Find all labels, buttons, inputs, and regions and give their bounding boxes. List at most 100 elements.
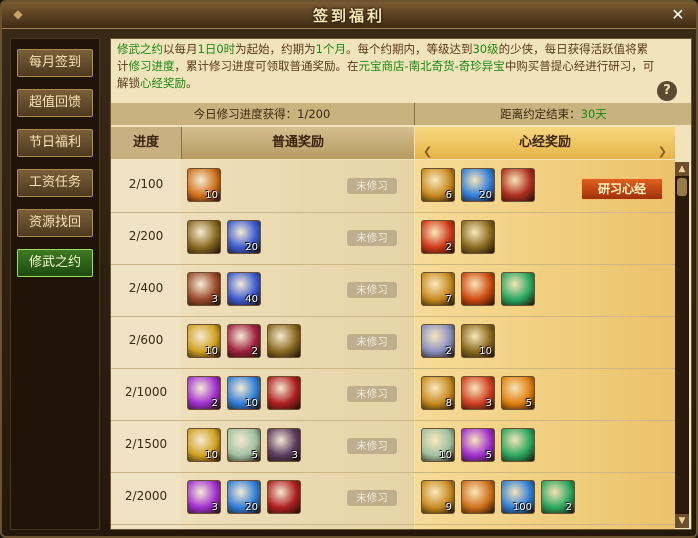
description-text: 修武之约以每月1日0时为起始，约期为1个月。每个约期内，等级达到30级的少侠，每… (117, 42, 655, 90)
item-count: 9 (445, 502, 452, 513)
red-orb-icon[interactable]: 2 (421, 220, 455, 254)
gold-coin-icon[interactable]: 6 (421, 168, 455, 202)
table-row: 2/2000 3 20 9 100 2 未修习 (111, 472, 675, 525)
sign-in-welfare-window: ◆ 签到福利 ✕ 每月签到超值回馈节日福利工资任务资源找回修武之约 修武之约以每… (0, 0, 698, 538)
purple-gem-icon[interactable]: 2 (187, 376, 221, 410)
item-count: 20 (245, 502, 258, 513)
item-count: 10 (479, 346, 492, 357)
fire-sword-icon[interactable] (461, 272, 495, 306)
gold-token-icon[interactable] (187, 220, 221, 254)
scrollbar[interactable]: ▲ ▼ (675, 162, 689, 528)
window-title: 签到福利 (312, 7, 385, 25)
item-count: 40 (245, 294, 258, 305)
unstudied-stamp: 未修习 (347, 490, 397, 506)
sidebar: 每月签到超值回馈节日福利工资任务资源找回修武之约 (10, 38, 100, 530)
blue-orb-icon[interactable]: 40 (227, 272, 261, 306)
blue-crystal-icon[interactable]: 20 (227, 480, 261, 514)
item-count: 2 (251, 346, 258, 357)
row-progress-label: 2/200 (128, 229, 164, 243)
gold-coin-icon[interactable]: 9 (421, 480, 455, 514)
table-row: 2/100 10 6 20 未修习 研习心经 (111, 160, 675, 213)
unstudied-stamp: 未修习 (347, 230, 397, 246)
jade-item-icon[interactable] (501, 272, 535, 306)
scroll-down-button[interactable]: ▼ (675, 514, 689, 528)
gold-token-icon[interactable]: 10 (461, 324, 495, 358)
blue-crystal-icon[interactable]: 10 (227, 376, 261, 410)
table-row: 2/600 10 2 2 10 未修习 (111, 316, 675, 369)
sidebar-item-6[interactable]: 修武之约 (17, 249, 93, 277)
blue-crystal-icon[interactable]: 20 (461, 168, 495, 202)
white-gem-icon[interactable]: 10 (421, 428, 455, 462)
item-count: 3 (211, 294, 218, 305)
sidebar-item-3[interactable]: 节日福利 (17, 129, 93, 157)
row-progress-label: 2/1000 (124, 385, 168, 399)
sidebar-item-2[interactable]: 超值回馈 (17, 89, 93, 117)
unstudied-stamp: 未修习 (347, 386, 397, 402)
blue-crystal-icon[interactable]: 100 (501, 480, 535, 514)
main-panel: 修武之约以每月1日0时为起始，约期为1个月。每个约期内，等级达到30级的少侠，每… (110, 38, 692, 530)
unstudied-stamp: 未修习 (347, 178, 397, 194)
gold-token-icon[interactable] (461, 220, 495, 254)
fire-item-icon[interactable]: 10 (187, 168, 221, 202)
today-progress-text: 今日修习进度获得：1/200 (193, 107, 331, 121)
sidebar-item-5[interactable]: 资源找回 (17, 209, 93, 237)
white-gem-icon[interactable]: 5 (227, 428, 261, 462)
scroll-thumb[interactable] (677, 178, 687, 196)
red-armor-icon[interactable] (267, 376, 301, 410)
gold-coin-icon[interactable]: 7 (421, 272, 455, 306)
item-count: 3 (211, 502, 218, 513)
table-row: 2/200 20 2 未修习 (111, 212, 675, 265)
help-icon[interactable]: ? (657, 81, 677, 101)
table-row: 2/400 3 40 7 未修习 (111, 264, 675, 317)
gold-coin-icon[interactable]: 8 (421, 376, 455, 410)
item-count: 10 (205, 450, 218, 461)
sidebar-item-4[interactable]: 工资任务 (17, 169, 93, 197)
table-row: 2/1500 10 5 3 10 5 未修习 (111, 420, 675, 473)
dark-crystal-icon[interactable]: 3 (267, 428, 301, 462)
gold-ingot-icon[interactable]: 10 (187, 428, 221, 462)
item-count: 10 (205, 190, 218, 201)
red-armor-icon[interactable] (267, 480, 301, 514)
row-progress-label: 2/600 (128, 333, 164, 347)
box-item-icon[interactable]: 3 (187, 272, 221, 306)
close-button[interactable]: ✕ (668, 5, 688, 25)
item-count: 6 (445, 190, 452, 201)
gold-ingot-icon[interactable]: 10 (187, 324, 221, 358)
reward-table: 2/100 10 6 20 未修习 研习心经 2/200 20 2 未修习 2/400 3 40 7 未修习… (111, 160, 675, 529)
item-count: 100 (512, 502, 532, 513)
sutra-reward-column-header: ❮ 心经奖励 ❯ (415, 127, 675, 159)
item-count: 3 (485, 398, 492, 409)
gold-token-icon[interactable] (267, 324, 301, 358)
row-progress-label: 2/2000 (124, 489, 168, 503)
scroll-item-icon[interactable] (501, 168, 535, 202)
title-bar: ◆ 签到福利 ✕ (2, 2, 696, 29)
fire-item-icon[interactable] (461, 480, 495, 514)
blue-orb-icon[interactable]: 20 (227, 220, 261, 254)
row-progress-label: 2/1500 (124, 437, 168, 451)
unstudied-stamp: 未修习 (347, 282, 397, 298)
scroll-up-button[interactable]: ▲ (675, 162, 689, 176)
purple-gem-icon[interactable]: 5 (461, 428, 495, 462)
jade-item-icon[interactable]: 2 (541, 480, 575, 514)
unstudied-stamp: 未修习 (347, 334, 397, 350)
progress-column-header: 进度 (111, 127, 181, 159)
item-count: 7 (445, 294, 452, 305)
item-count: 2 (565, 502, 572, 513)
item-count: 5 (251, 450, 258, 461)
red-scroll-icon[interactable]: 3 (461, 376, 495, 410)
item-count: 2 (445, 346, 452, 357)
item-count: 20 (245, 242, 258, 253)
jade-item-icon[interactable] (501, 428, 535, 462)
item-count: 8 (445, 398, 452, 409)
spark-item-icon[interactable]: 5 (501, 376, 535, 410)
row-progress-label: 2/400 (128, 281, 164, 295)
status-bar: 今日修习进度获得：1/200 距离约定结束：30天 (111, 103, 691, 125)
item-count: 2 (211, 398, 218, 409)
purple-gem-icon[interactable]: 3 (187, 480, 221, 514)
red-orb-icon[interactable]: 2 (227, 324, 261, 358)
sidebar-item-1[interactable]: 每月签到 (17, 49, 93, 77)
normal-reward-column-header: 普通奖励 (181, 127, 414, 159)
silver-crystal-icon[interactable]: 2 (421, 324, 455, 358)
item-count: 10 (205, 346, 218, 357)
study-sutra-button[interactable]: 研习心经 (581, 178, 663, 200)
